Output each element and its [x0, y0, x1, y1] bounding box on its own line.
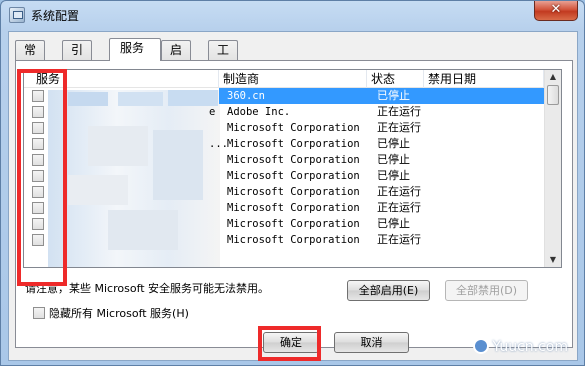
status-cell: 已停止	[377, 169, 410, 182]
manufacturer-cell: Microsoft Corporation	[227, 186, 360, 198]
window-title: 系统配置	[31, 9, 80, 23]
enable-all-button[interactable]: 全部启用(E)	[347, 280, 430, 301]
manufacturer-cell: Microsoft Corporation	[227, 234, 360, 246]
table-row[interactable]: 360.cn 已停止	[24, 88, 544, 104]
service-name-fragment: e	[209, 106, 216, 118]
scroll-up-arrow-icon[interactable]: ▲	[547, 71, 559, 83]
dialog-client-area: 常规 引导 服务 启动 工具 服务 制造商 状态 禁用日期	[8, 31, 578, 361]
status-cell: 已停止	[377, 153, 410, 166]
column-header-manufacturer[interactable]: 制造商	[219, 70, 367, 88]
list-header: 服务 制造商 状态 禁用日期	[24, 70, 544, 88]
table-row[interactable]: Microsoft Corporation 正在运行	[24, 232, 544, 248]
system-configuration-window: 系统配置 ✕ 常规 引导 服务 启动 工具 服务 制造商 状态 禁用日期	[0, 0, 585, 366]
cancel-button[interactable]: 取消	[334, 332, 409, 353]
disable-all-button[interactable]: 全部禁用(D)	[445, 280, 528, 301]
status-cell: 正在运行	[377, 121, 421, 134]
status-cell: 正在运行	[377, 105, 421, 118]
services-list[interactable]: 服务 制造商 状态 禁用日期 360.cn 已停止 e Adobe Inc. 正…	[23, 69, 562, 268]
hide-microsoft-services-checkbox[interactable]	[33, 307, 45, 319]
vertical-scrollbar[interactable]: ▲ ▼	[544, 70, 561, 267]
tab-general[interactable]: 常规	[15, 40, 46, 75]
table-row[interactable]: Microsoft Corporation 正在运行	[24, 200, 544, 216]
status-cell: 正在运行	[377, 185, 421, 198]
table-row[interactable]: Microsoft Corporation 已停止	[24, 152, 544, 168]
tab-boot[interactable]: 引导	[62, 40, 93, 75]
highlight-box-ok	[258, 326, 321, 361]
hide-microsoft-services-label: 隐藏所有 Microsoft 服务(H)	[49, 307, 189, 320]
table-row[interactable]: e Adobe Inc. 正在运行	[24, 104, 544, 120]
column-header-status[interactable]: 状态	[367, 70, 424, 88]
hide-microsoft-services-option[interactable]: 隐藏所有 Microsoft 服务(H)	[33, 305, 189, 321]
manufacturer-cell: Adobe Inc.	[227, 106, 291, 118]
manufacturer-cell: Microsoft Corporation	[227, 218, 360, 230]
service-name-fragment: ...	[209, 138, 228, 150]
manufacturer-cell: Microsoft Corporation	[227, 170, 360, 182]
tab-startup[interactable]: 启动	[161, 40, 192, 75]
status-cell: 正在运行	[377, 233, 421, 246]
status-cell: 已停止	[377, 137, 410, 150]
table-row[interactable]: Microsoft Corporation 已停止	[24, 216, 544, 232]
manufacturer-cell: Microsoft Corporation	[227, 138, 360, 150]
watermark: Yuucn.com	[473, 338, 568, 355]
tab-tools[interactable]: 工具	[208, 40, 239, 75]
scroll-down-arrow-icon[interactable]: ▼	[547, 254, 559, 266]
status-cell: 已停止	[377, 217, 410, 230]
table-row[interactable]: Microsoft Corporation 正在运行	[24, 184, 544, 200]
manufacturer-cell: Microsoft Corporation	[227, 122, 360, 134]
tab-services[interactable]: 服务	[109, 38, 161, 61]
note-text: 某些 Microsoft 安全服务可能无法禁用。	[69, 282, 270, 295]
title-bar: 系统配置 ✕	[1, 1, 584, 29]
status-cell: 正在运行	[377, 201, 421, 214]
column-header-disabled-date[interactable]: 禁用日期	[424, 70, 544, 88]
watermark-text: Yuucn.com	[492, 339, 568, 355]
manufacturer-cell: Microsoft Corporation	[227, 154, 360, 166]
close-button[interactable]: ✕	[534, 1, 578, 21]
scrollbar-thumb[interactable]	[547, 85, 559, 105]
services-panel: 服务 制造商 状态 禁用日期 360.cn 已停止 e Adobe Inc. 正…	[15, 60, 573, 348]
highlight-box-checkboxes	[17, 69, 67, 286]
table-row[interactable]: Microsoft Corporation 正在运行	[24, 120, 544, 136]
status-cell: 已停止	[377, 89, 410, 102]
manufacturer-cell: 360.cn	[227, 90, 265, 102]
table-row[interactable]: Microsoft Corporation 已停止	[24, 168, 544, 184]
watermark-logo-icon	[473, 338, 490, 354]
msconfig-app-icon	[9, 7, 25, 23]
table-row[interactable]: ... Microsoft Corporation 已停止	[24, 136, 544, 152]
manufacturer-cell: Microsoft Corporation	[227, 202, 360, 214]
